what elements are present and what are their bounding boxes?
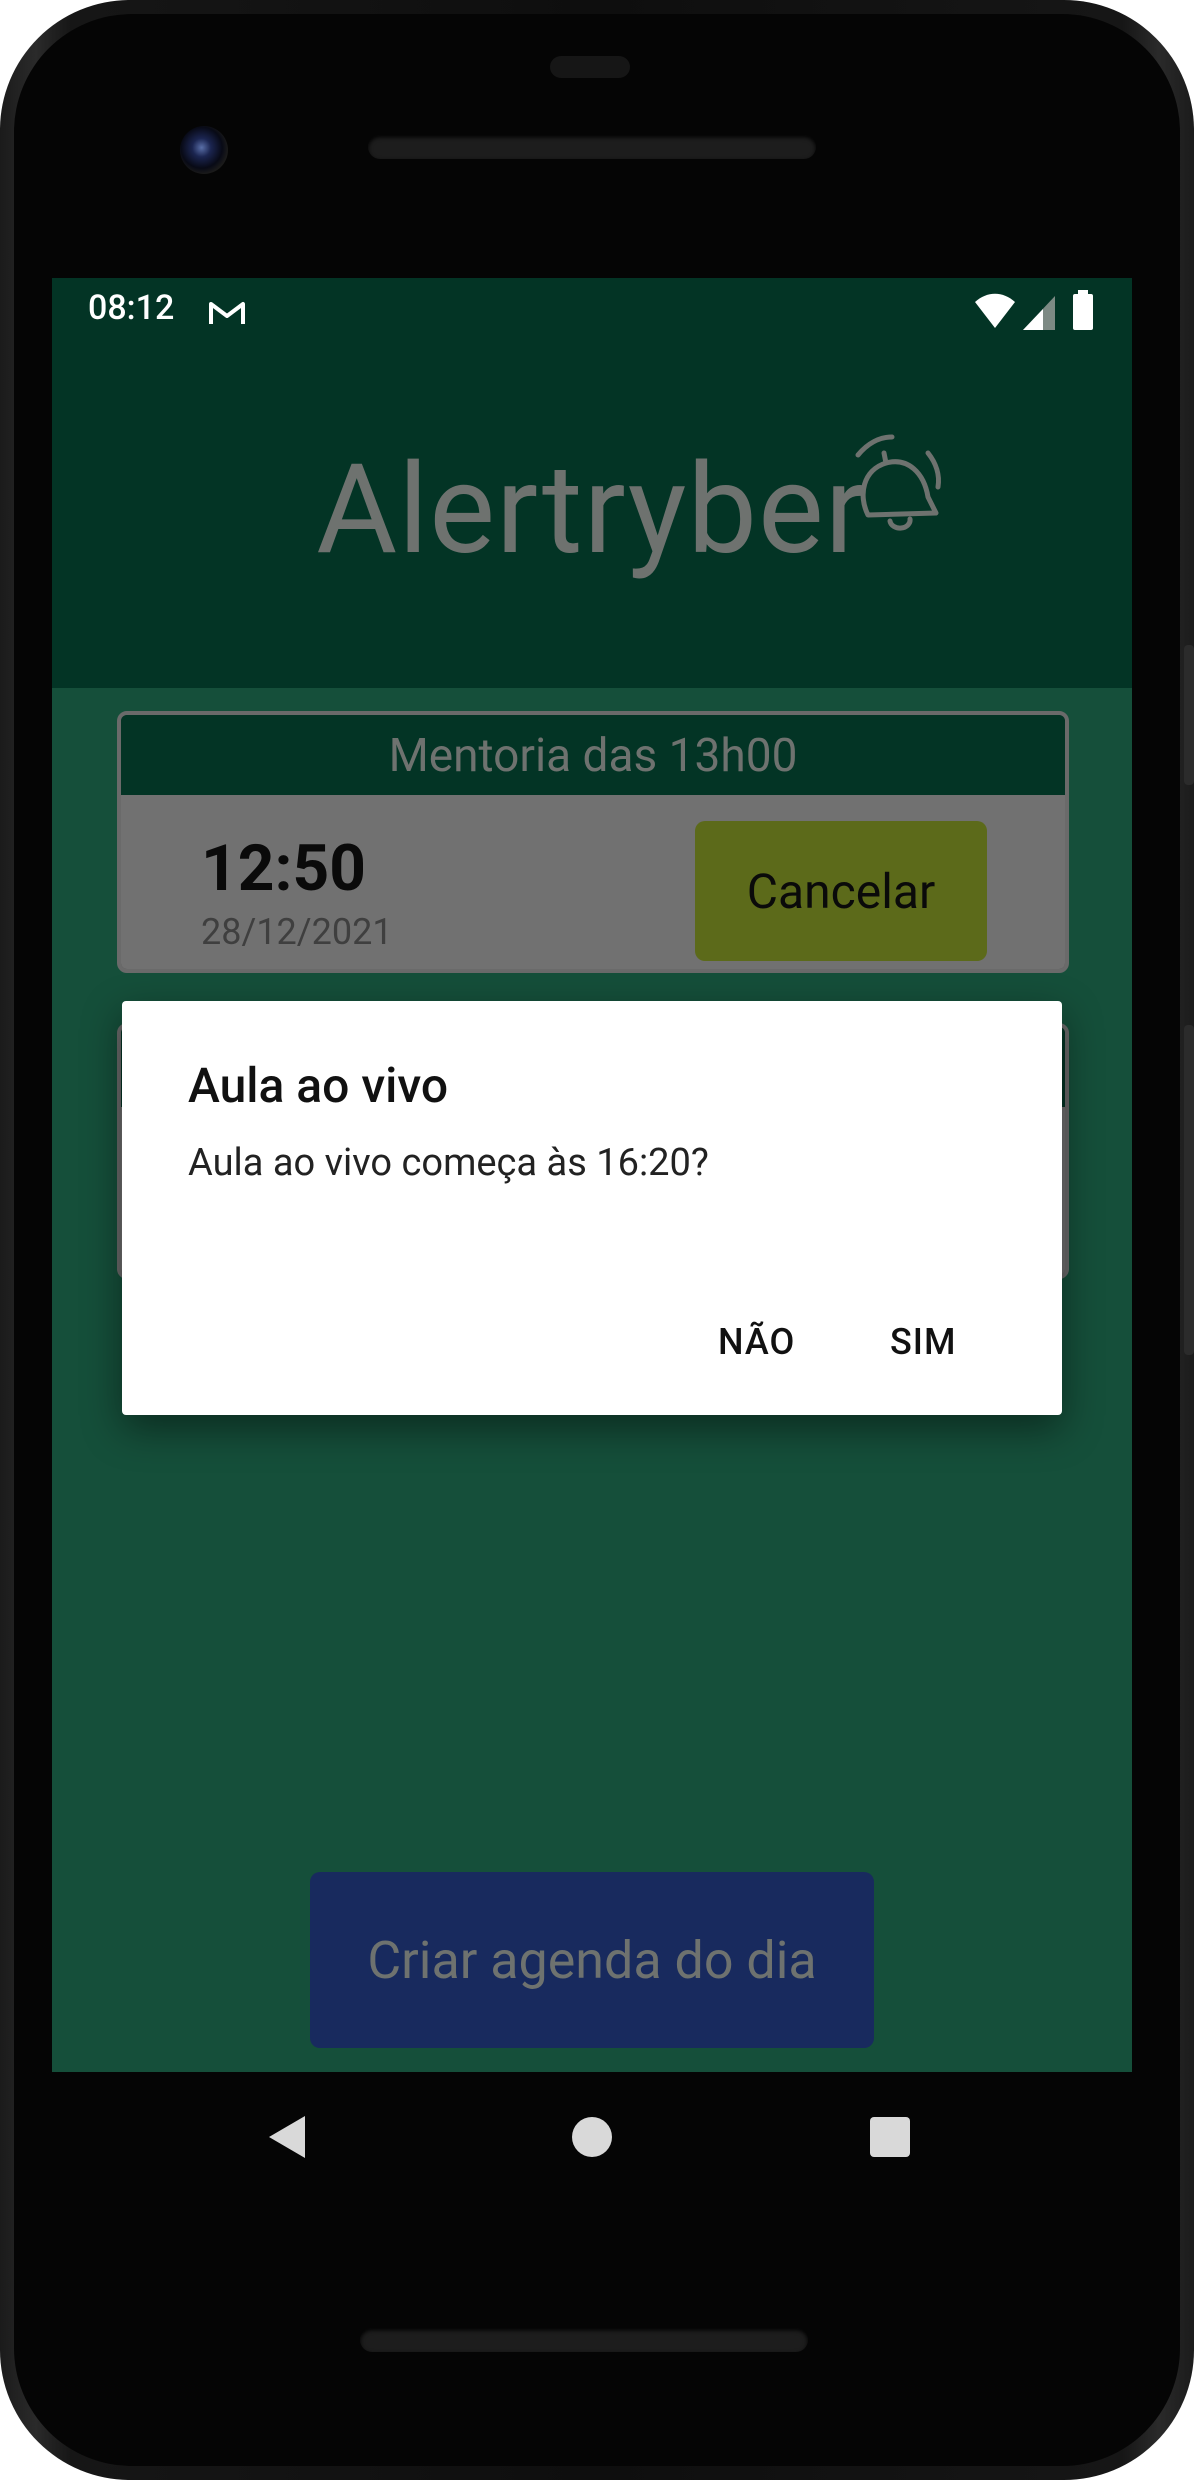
back-icon[interactable] [265,2112,309,2162]
battery-icon [1073,290,1093,330]
wifi-icon [975,293,1015,328]
power-button [1184,645,1194,785]
card-title-bar: Mentoria das 13h00 [121,715,1065,795]
earpiece-speaker [368,135,816,159]
card-date: 28/12/2021 [201,911,393,953]
status-bar: 08:12 [52,278,1132,346]
schedule-card: Mentoria das 13h00 12:50 28/12/2021 Canc… [117,711,1069,973]
dialog-no-button[interactable]: NÃO [718,1321,795,1363]
card-title: Mentoria das 13h00 [388,729,798,783]
bottom-speaker [360,2328,808,2352]
app-screen: Alertryber 08:12 Mentoria das 13h00 12:5… [52,278,1132,2072]
card-body: 12:50 28/12/2021 Cancelar [121,795,1065,969]
recents-icon[interactable] [870,2117,910,2157]
proximity-sensor [550,56,630,78]
front-camera [180,126,228,174]
card-time: 12:50 [201,831,366,906]
bell-icon [855,434,941,531]
cell-signal-icon [1023,296,1055,330]
confirm-dialog: Aula ao vivo Aula ao vivo começa às 16:2… [122,1001,1062,1415]
cancel-button[interactable]: Cancelar [695,821,987,961]
dialog-yes-button[interactable]: SIM [890,1321,956,1363]
volume-button [1184,1025,1194,1355]
status-time: 08:12 [88,288,175,328]
gmail-icon [209,302,245,324]
dialog-title: Aula ao vivo [188,1057,449,1114]
dialog-message: Aula ao vivo começa às 16:20? [188,1141,709,1185]
app-logo-text: Alertryber [316,438,868,583]
home-icon[interactable] [572,2117,612,2157]
create-agenda-button[interactable]: Criar agenda do dia [310,1872,874,2048]
